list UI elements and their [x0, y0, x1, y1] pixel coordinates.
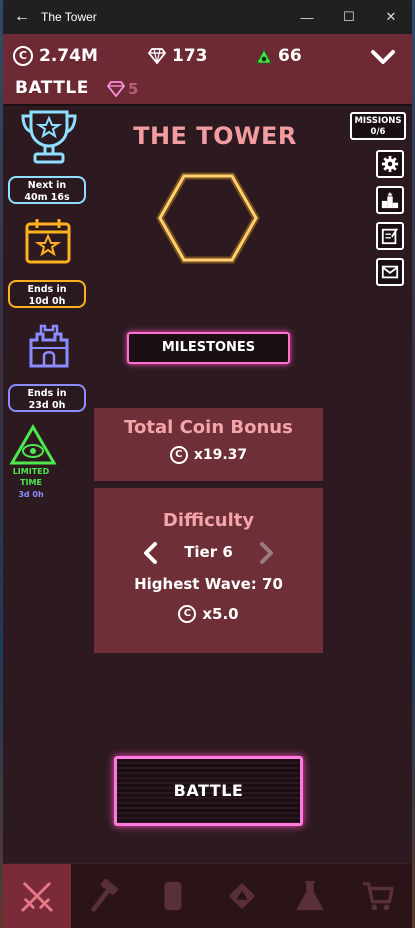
module-icon: [228, 882, 255, 910]
nav-labs[interactable]: [276, 864, 344, 928]
coin-bonus-panel: Total Coin Bonus C x19.37: [94, 408, 323, 481]
trophy-icon[interactable]: [17, 106, 81, 168]
leaderboard-button[interactable]: [376, 186, 404, 214]
cart-icon: [362, 882, 394, 911]
podium-icon: [381, 191, 399, 209]
swords-icon: [21, 882, 53, 912]
tower-hexagon-icon: [156, 172, 260, 264]
calendar-event-timer[interactable]: Ends in 10d 0h: [8, 280, 86, 308]
castle-timer-label: Ends in: [27, 388, 67, 399]
tournament-timer[interactable]: Next in 40m 16s: [8, 176, 86, 204]
missions-button[interactable]: MISSIONS 0/6: [350, 112, 406, 140]
medals-counter: 66: [256, 46, 302, 66]
coin-bonus-line: C x19.37: [94, 446, 323, 464]
difficulty-panel: Difficulty Tier 6 Highest Wave: 70 C x5.…: [94, 488, 323, 653]
limited-time-eye-icon[interactable]: [9, 424, 57, 466]
limited-line2: TIME: [20, 478, 42, 487]
tournament-timer-value: 40m 16s: [24, 192, 70, 203]
window-title: The Tower: [41, 10, 97, 24]
highest-wave: Highest Wave: 70: [134, 575, 283, 593]
notepad-icon: [381, 228, 398, 245]
window-titlebar: ← The Tower — ☐ ✕: [3, 0, 412, 34]
medal-triangle-icon: [256, 48, 272, 63]
castle-event-timer[interactable]: Ends in 23d 0h: [8, 384, 86, 412]
page-title: THE TOWER: [133, 122, 297, 150]
gear-icon: [381, 155, 399, 173]
battle-gem-counter: 5: [107, 80, 138, 98]
flask-icon: [295, 880, 324, 911]
mode-label: BATTLE: [15, 78, 89, 98]
coin-icon: C: [178, 605, 197, 623]
limited-time-label: LIMITED TIME: [3, 466, 59, 488]
battle-gem-value: 5: [128, 80, 139, 98]
battle-button[interactable]: BATTLE: [114, 756, 303, 826]
gem-outline-icon: [107, 81, 125, 97]
calendar-timer-label: Ends in: [27, 284, 67, 295]
gems-counter: 173: [148, 46, 208, 66]
missions-count: 0/6: [370, 127, 386, 137]
back-arrow-icon[interactable]: ←: [3, 8, 41, 26]
maximize-icon[interactable]: ☐: [328, 9, 370, 25]
calendar-timer-value: 10d 0h: [28, 296, 66, 307]
tier-label: Tier 6: [184, 543, 233, 561]
nav-battle[interactable]: [3, 864, 72, 928]
coin-icon: C: [169, 446, 188, 464]
missions-label: MISSIONS: [354, 116, 402, 126]
gems-value: 173: [172, 46, 208, 66]
nav-workshop[interactable]: [71, 864, 139, 928]
coin-bonus-title: Total Coin Bonus: [124, 417, 293, 438]
chevron-right-icon[interactable]: [259, 541, 275, 565]
nav-shop[interactable]: [344, 864, 412, 928]
game-area: C 2.74M 173 66 BATTLE 5 Next in 40m 16s …: [3, 34, 412, 928]
close-icon[interactable]: ✕: [370, 9, 412, 25]
tournament-timer-label: Next in: [27, 180, 67, 191]
difficulty-multiplier: x5.0: [202, 605, 239, 623]
minimize-icon[interactable]: —: [286, 10, 328, 25]
castle-timer-value: 23d 0h: [28, 400, 66, 411]
calendar-icon[interactable]: [23, 216, 75, 268]
castle-icon[interactable]: [23, 320, 75, 372]
mail-button[interactable]: [376, 258, 404, 286]
hammer-icon: [91, 879, 119, 912]
tier-selector: Tier 6: [94, 535, 323, 569]
coin-bonus-value: x19.37: [193, 447, 248, 463]
nav-modules[interactable]: [208, 864, 276, 928]
gem-icon: [148, 48, 166, 64]
coins-value: 2.74M: [39, 46, 98, 66]
difficulty-multiplier-line: C x5.0: [94, 605, 323, 623]
settings-button[interactable]: [376, 150, 404, 178]
chevron-down-icon[interactable]: [370, 48, 396, 66]
envelope-icon: [381, 265, 399, 279]
medals-value: 66: [278, 46, 302, 66]
nav-cards[interactable]: [139, 864, 207, 928]
difficulty-title: Difficulty: [162, 510, 255, 531]
coins-counter: C 2.74M: [13, 46, 98, 66]
limited-timer: 3d 0h: [18, 490, 44, 499]
card-icon: [164, 881, 182, 911]
bottom-nav: [3, 863, 412, 928]
limited-line1: LIMITED: [12, 467, 50, 476]
stats-button[interactable]: [376, 222, 404, 250]
milestones-button[interactable]: MILESTONES: [127, 332, 290, 364]
resource-bar: C 2.74M 173 66 BATTLE 5: [3, 34, 412, 106]
coin-icon: C: [13, 46, 33, 66]
